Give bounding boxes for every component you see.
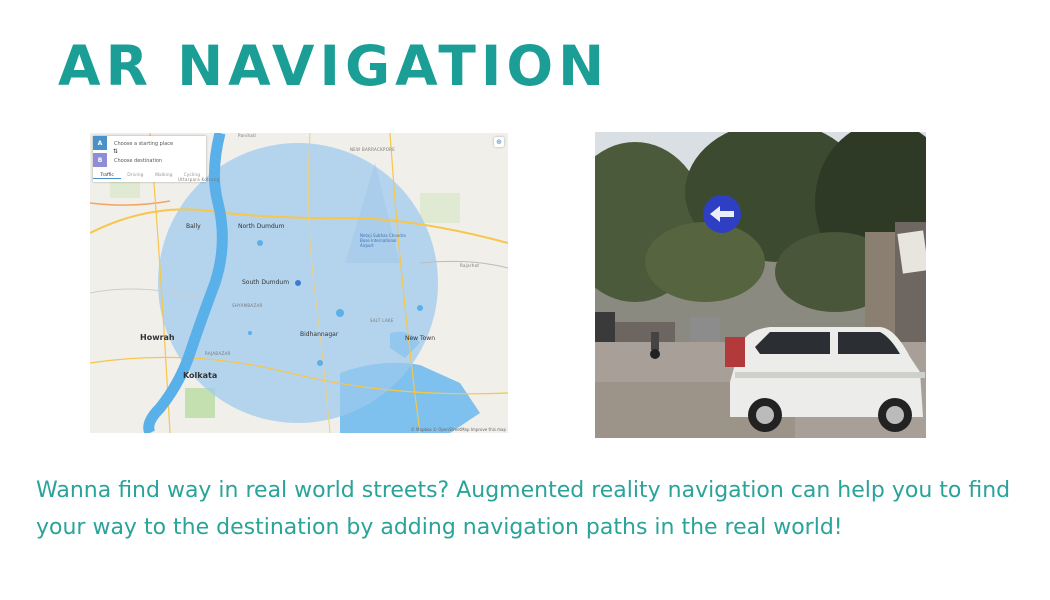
street-scene — [595, 132, 926, 438]
tab-walking[interactable]: Walking — [150, 171, 178, 179]
map-label-howrah: Howrah — [140, 333, 175, 342]
map-label-shyambazar: SHYAMBAZAR — [232, 303, 263, 308]
route-planner-panel: A B Choose a starting place ⇅ Choose des… — [93, 136, 206, 182]
map-label-bally: Bally — [186, 223, 201, 230]
start-place-input[interactable]: Choose a starting place — [114, 141, 173, 147]
arrow-left-icon — [703, 195, 741, 233]
map-label-kolkata: Kolkata — [183, 371, 218, 380]
map-label-new-town: New Town — [405, 335, 436, 342]
map-screenshot: A B Choose a starting place ⇅ Choose des… — [90, 133, 508, 433]
map-label-airport: Netaji Subhas Chandra Bose International… — [360, 233, 406, 248]
map-label-north-dumdum: North Dumdum — [238, 223, 285, 230]
street-ar-photo — [595, 132, 926, 438]
map-label-bidhannagar: Bidhannagar — [300, 331, 339, 338]
slide-title: AR NAVIGATION — [58, 34, 610, 98]
map-label-new-barrackpore: NEW BARRACKPORE — [350, 147, 396, 152]
map-label-uttarpara: Uttarpara Kotrung — [178, 177, 220, 182]
destination-input[interactable]: Choose destination — [114, 158, 162, 164]
start-pin-icon: A — [93, 136, 107, 150]
tab-traffic[interactable]: Traffic — [93, 171, 122, 179]
map-attribution[interactable]: © Mapbox © OpenStreetMap Improve this ma… — [411, 427, 506, 432]
destination-pin-icon: B — [93, 153, 107, 167]
slide-description: Wanna find way in real world streets? Au… — [36, 478, 1011, 540]
locate-icon[interactable]: ⊕ — [494, 137, 504, 147]
map-label-panihati: Panihati — [238, 133, 257, 138]
map-label-rajarhat: Rajarhat — [460, 263, 480, 268]
map-label-south-dumdum: South Dumdum — [242, 279, 290, 286]
swap-icon[interactable]: ⇅ — [113, 148, 118, 155]
map-label-salt-lake: SALT LAKE — [370, 318, 394, 323]
tab-driving[interactable]: Driving — [121, 171, 149, 179]
map-label-rajabazar: RAJABAZAR — [205, 351, 231, 356]
